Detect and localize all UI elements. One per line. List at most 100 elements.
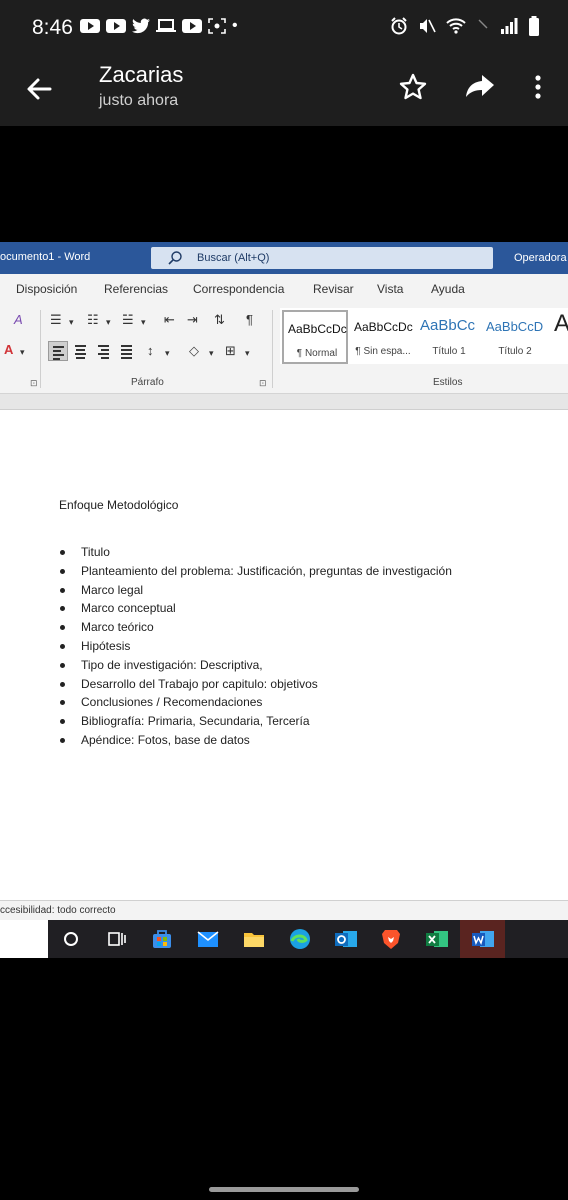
- wifi-icon: [446, 18, 466, 34]
- font-color-icon: A: [4, 342, 14, 357]
- shading-icon: ◇: [189, 343, 199, 358]
- chevron-down-icon: ▾: [245, 348, 250, 358]
- tab-correspondencia: Correspondencia: [193, 282, 285, 296]
- style-name: ¶ Normal: [296, 348, 338, 359]
- style-preview: AaBbCcDc: [354, 320, 413, 334]
- style-normal: AaBbCcDc ¶ Normal: [282, 310, 348, 364]
- align-right-icon: [94, 341, 114, 361]
- list-item: Apéndice: Fotos, base de datos: [59, 733, 452, 752]
- decrease-indent-icon: ⇤: [164, 312, 175, 327]
- align-left-icon: [48, 341, 68, 361]
- tab-disposicion: Disposición: [16, 282, 78, 296]
- list-item: Bibliografía: Primaria, Secundaria, Terc…: [59, 714, 452, 733]
- shared-image[interactable]: ocumento1 - Word Buscar (Alt+Q) Operador…: [0, 242, 568, 958]
- store-icon: [153, 930, 171, 948]
- list-item: Titulo: [59, 545, 452, 564]
- tab-referencias: Referencias: [104, 282, 169, 296]
- ribbon: A A ▾ ⊡ ☰ ▾ ☷ ▾ ☱ ▾ ⇤ ⇥ ⇅ ¶ ↕ ▾ ◇ ▾ ⊞ ▾ …: [0, 306, 568, 394]
- no-signal-icon: [478, 19, 488, 29]
- styles-gallery: AaBbCcDc ¶ Normal AaBbCcDc ¶ Sin espa...…: [280, 308, 568, 364]
- word-status-bar: ccesibilidad: todo correcto: [0, 900, 568, 920]
- list-item: Conclusiones / Recomendaciones: [59, 695, 452, 714]
- list-item: Marco legal: [59, 583, 452, 602]
- style-preview: AaBbCcDc: [288, 322, 347, 336]
- tab-ayuda: Ayuda: [431, 282, 465, 296]
- ribbon-tabs: Disposición Referencias Correspondencia …: [0, 274, 568, 306]
- multilevel-list-icon: ☱: [122, 312, 134, 327]
- more-options-icon[interactable]: [526, 72, 550, 102]
- bullets-icon: ☰: [50, 312, 62, 327]
- line-spacing-icon: ↕: [147, 343, 154, 358]
- search-placeholder: Buscar (Alt+Q): [197, 252, 270, 264]
- outlook-icon: [335, 931, 357, 947]
- screenshot-icon: [208, 18, 226, 34]
- style-preview: AaBbCcD: [486, 319, 544, 334]
- paragraph-group-label: Párrafo: [131, 377, 164, 388]
- document-page: Enfoque Metodológico Titulo Planteamient…: [0, 410, 568, 900]
- list-item: Desarrollo del Trabajo por capitulo: obj…: [59, 677, 452, 696]
- brave-icon: [382, 930, 400, 949]
- back-arrow-icon[interactable]: [24, 74, 54, 104]
- sender-name: Zacarias: [99, 62, 184, 87]
- battery-icon: [529, 16, 539, 36]
- chevron-down-icon: ▾: [20, 347, 25, 357]
- paragraph-mark-icon: ¶: [246, 312, 253, 327]
- star-icon[interactable]: [398, 72, 428, 102]
- youtube-icon: [182, 19, 202, 33]
- user-name: Operadora: [514, 252, 567, 264]
- status-time: 8:46: [32, 16, 73, 39]
- alarm-icon: [391, 17, 407, 35]
- numbering-icon: ☷: [87, 312, 99, 327]
- text-effects-icon: A: [14, 312, 23, 327]
- borders-icon: ⊞: [225, 343, 236, 358]
- mute-icon: [420, 19, 436, 33]
- mail-icon: [197, 931, 219, 947]
- align-center-icon: [71, 341, 91, 361]
- accessibility-status: ccesibilidad: todo correcto: [0, 905, 116, 916]
- justify-icon: [117, 341, 137, 361]
- gesture-nav-bar[interactable]: [209, 1187, 359, 1192]
- document-bullet-list: Titulo Planteamiento del problema: Justi…: [59, 545, 452, 752]
- document-heading: Enfoque Metodológico: [59, 498, 179, 512]
- list-item: Marco teórico: [59, 620, 452, 639]
- style-titulo-1: AaBbCc Título 1: [416, 310, 482, 364]
- youtube-icon: [80, 19, 100, 33]
- word-icon: [472, 931, 494, 947]
- dialog-launcher-icon: ⊡: [30, 378, 38, 388]
- message-time: justo ahora: [99, 92, 179, 109]
- dialog-launcher-icon: ⊡: [259, 378, 267, 388]
- style-overflow-glyph: A: [554, 310, 568, 337]
- twitter-icon: [132, 18, 150, 34]
- laptop-icon: [156, 19, 176, 32]
- excel-icon: [426, 931, 448, 947]
- youtube-icon: [106, 19, 126, 33]
- style-sin-espaciado: AaBbCcDc ¶ Sin espa...: [350, 310, 416, 364]
- notification-icons: •: [80, 18, 238, 34]
- search-icon: [168, 251, 182, 265]
- style-titulo-2: AaBbCcD Título 2: [482, 310, 548, 364]
- divider: [272, 310, 273, 388]
- chevron-down-icon: ▾: [106, 317, 111, 327]
- chevron-down-icon: ▾: [165, 348, 170, 358]
- list-item: Tipo de investigación: Descriptiva,: [59, 658, 452, 677]
- tab-vista: Vista: [377, 282, 404, 296]
- word-search-box: Buscar (Alt+Q): [151, 247, 493, 269]
- chevron-down-icon: ▾: [141, 317, 146, 327]
- message-app-bar: Zacarias justo ahora: [0, 56, 568, 126]
- style-name: Título 2: [498, 346, 532, 357]
- chevron-down-icon: ▾: [69, 317, 74, 327]
- divider: [40, 310, 41, 388]
- forward-icon[interactable]: [464, 72, 496, 102]
- system-icons: [390, 16, 540, 36]
- edge-icon: [290, 929, 310, 949]
- tab-revisar: Revisar: [313, 282, 354, 296]
- list-item: Planteamiento del problema: Justificació…: [59, 564, 452, 583]
- file-explorer-icon: [244, 933, 264, 947]
- signal-icon: [501, 18, 518, 34]
- taskbar-start-area: [0, 920, 48, 958]
- search-icon: [64, 932, 78, 946]
- list-item: Hipótesis: [59, 639, 452, 658]
- dot-icon: •: [232, 17, 238, 34]
- increase-indent-icon: ⇥: [187, 312, 198, 327]
- task-view-icon: [108, 932, 126, 946]
